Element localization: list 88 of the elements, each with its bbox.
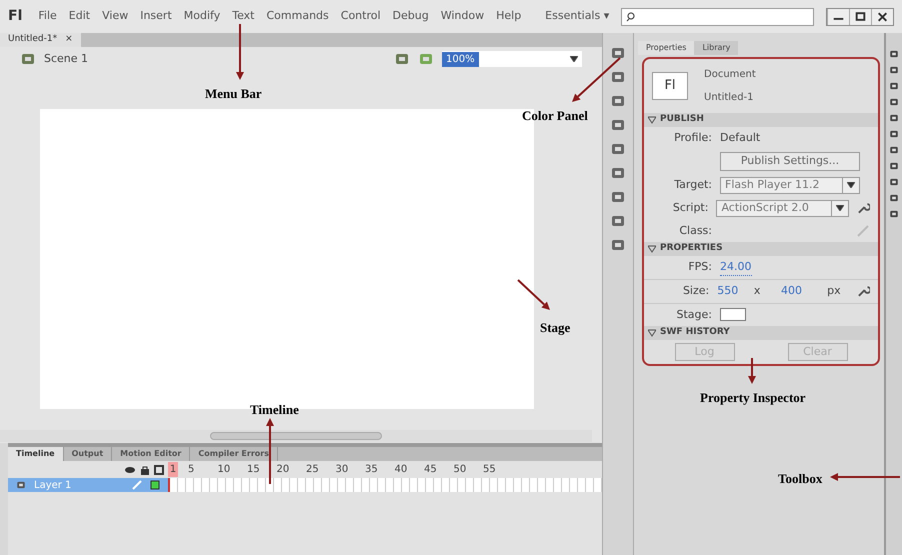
panel-tab[interactable]: Timeline	[8, 447, 64, 461]
section-header[interactable]: PROPERTIES	[644, 242, 878, 256]
annotation-label: Toolbox	[778, 470, 822, 488]
expanded-icon	[648, 116, 656, 124]
expanded-icon	[648, 244, 656, 253]
property-label: Stage:	[676, 306, 712, 322]
menu-item[interactable]: Text	[232, 8, 254, 25]
menu-item[interactable]: Window	[440, 8, 484, 25]
layer-color-icon[interactable]	[150, 480, 160, 490]
expanded-icon	[648, 328, 656, 337]
horizontal-scrollbar[interactable]	[0, 430, 592, 442]
property-value: Default	[720, 130, 760, 146]
menu-item[interactable]: Insert	[140, 8, 172, 25]
menu-item[interactable]: Edit	[68, 8, 90, 25]
property-label: Size:	[682, 283, 710, 299]
document-logo: Fl	[652, 72, 688, 100]
lock-icon[interactable]	[140, 464, 150, 474]
panel-tab[interactable]: Output	[64, 447, 112, 461]
wrench-icon[interactable]	[856, 284, 870, 298]
frame-number: 55	[483, 463, 497, 477]
dropdown[interactable]: ActionScript 2.0	[716, 200, 849, 216]
annotation-label: Timeline	[250, 401, 299, 419]
app-logo: Fl	[8, 7, 22, 26]
frame-number: 20	[276, 463, 290, 477]
frame-number: 35	[365, 463, 379, 477]
section-header[interactable]: PUBLISH	[644, 113, 878, 126]
property-label: Script:	[672, 200, 708, 216]
frame-number: 50	[454, 463, 468, 477]
document-tab[interactable]: Untitled-1* ×	[0, 33, 81, 47]
maximize-icon[interactable]	[849, 8, 871, 24]
times-sign: x	[754, 283, 762, 299]
close-tab-button[interactable]: ×	[65, 33, 73, 47]
frame-number: 25	[306, 463, 320, 477]
arrow	[572, 57, 621, 102]
width-value[interactable]: 550	[717, 283, 746, 300]
menu-item[interactable]: Help	[496, 8, 522, 25]
menu-item[interactable]: Modify	[184, 8, 220, 25]
dropdown[interactable]: Flash Player 11.2	[720, 176, 860, 194]
search-field[interactable]	[621, 8, 814, 26]
dropdown-arrow-icon	[847, 182, 855, 188]
minimize-icon[interactable]	[827, 8, 849, 24]
frame-number: 45	[424, 463, 438, 477]
eye-icon[interactable]	[124, 464, 136, 474]
unit-label: px	[827, 283, 841, 299]
arrow	[830, 473, 900, 481]
fps-value[interactable]: 24.00	[720, 258, 752, 276]
frame-number: 1	[168, 462, 178, 477]
close-icon[interactable]	[871, 8, 893, 24]
arrow	[517, 279, 550, 310]
dropdown-arrow-icon	[570, 56, 578, 62]
property-label: Target:	[673, 176, 712, 193]
property-label: Profile:	[673, 130, 712, 146]
section-header[interactable]: SWF HISTORY	[644, 326, 878, 340]
outline-icon[interactable]	[154, 464, 164, 474]
scene-label[interactable]: Scene 1	[44, 50, 88, 68]
stage-color-swatch[interactable]	[720, 308, 746, 322]
height-value[interactable]: 400	[780, 283, 820, 300]
menu-item[interactable]: Commands	[266, 8, 329, 25]
search-icon	[626, 12, 636, 22]
frame-number: 10	[218, 463, 232, 477]
property-label: Class:	[678, 222, 712, 238]
menu-item[interactable]: File	[38, 8, 57, 25]
panel-tab[interactable]: Library	[694, 41, 738, 55]
frame-number: 5	[188, 463, 196, 477]
property-label: FPS:	[687, 259, 712, 275]
panel-tab[interactable]: Motion Editor	[112, 447, 190, 461]
arrow	[748, 358, 756, 384]
document-name: Untitled-1	[704, 91, 755, 105]
annotation-label: Menu Bar	[205, 85, 262, 103]
dropdown-arrow-icon	[836, 205, 844, 211]
annotation-label: Color Panel	[522, 107, 588, 125]
pencil-icon	[132, 480, 142, 490]
menu-item[interactable]: Control	[340, 8, 381, 25]
annotation-label: Stage	[540, 319, 570, 337]
frame-number: 30	[336, 463, 350, 477]
zoom-dropdown[interactable]: 100%	[442, 51, 582, 67]
panel-tab[interactable]: Compiler Errors	[190, 447, 278, 461]
frame-number: 40	[394, 463, 408, 477]
menu-item[interactable]: View	[102, 8, 128, 25]
wrench-icon[interactable]	[856, 201, 870, 215]
menu-item[interactable]: Debug	[392, 8, 429, 25]
arrow	[236, 24, 244, 80]
publish-settings-button[interactable]: Publish Settings...	[720, 152, 860, 170]
document-type: Document	[704, 68, 756, 82]
frame-number: 15	[247, 463, 261, 477]
panel-tab[interactable]: Properties	[638, 41, 694, 55]
workspace-switcher[interactable]: Essentials ▾	[545, 8, 610, 25]
annotation-label: Property Inspector	[700, 389, 806, 407]
